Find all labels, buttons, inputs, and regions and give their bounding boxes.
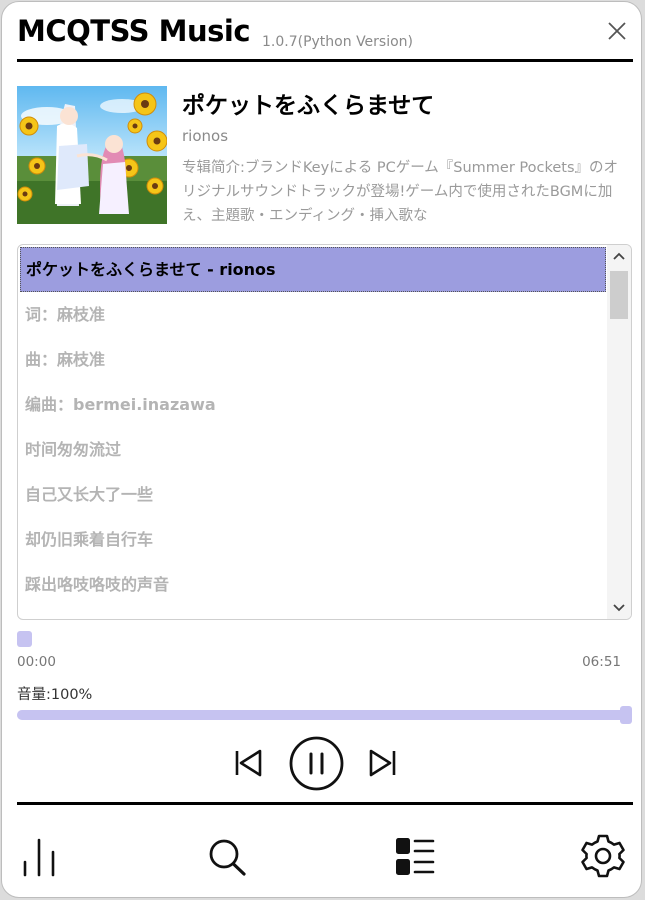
next-button[interactable] <box>366 746 400 780</box>
current-time: 00:00 <box>17 654 56 670</box>
playback-controls <box>2 732 641 796</box>
lyric-line[interactable]: 编曲：bermei.inazawa <box>20 382 606 427</box>
bottom-nav <box>2 832 641 882</box>
lyric-line[interactable]: 踩出咯吱咯吱的声音 <box>20 562 606 607</box>
app-title: MCQTSS Music <box>17 14 251 48</box>
chevron-up-icon <box>613 252 625 260</box>
pause-button[interactable] <box>288 735 345 792</box>
lyric-line[interactable]: 时间匆匆流过 <box>20 427 606 472</box>
album-cover <box>17 86 167 224</box>
scroll-thumb[interactable] <box>610 271 628 319</box>
playlist-button[interactable] <box>391 832 439 880</box>
album-description: 专辑简介:ブランドKeyによる PCゲーム『Summer Pockets』のオリ… <box>182 160 619 224</box>
search-button[interactable] <box>203 832 251 880</box>
close-button[interactable] <box>604 18 630 44</box>
scroll-down-button[interactable] <box>607 597 631 619</box>
lyrics-list: ポケットをふくらませて - rionos 词：麻枝准 曲：麻枝准 编曲：berm… <box>20 247 606 607</box>
settings-button[interactable] <box>579 832 627 880</box>
lyric-line-current[interactable]: ポケットをふくらませて - rionos <box>20 247 606 292</box>
playlist-icon <box>396 838 435 875</box>
previous-button[interactable] <box>231 746 265 780</box>
equalizer-button[interactable] <box>15 832 63 880</box>
album-cover-art <box>17 86 167 224</box>
scroll-up-button[interactable] <box>607 245 631 267</box>
song-artist: rionos <box>182 127 229 145</box>
skip-previous-icon <box>235 749 262 777</box>
player-window: MCQTSS Music 1.0.7(Python Version) ポケットを… <box>1 1 642 898</box>
lyrics-scrollbar[interactable] <box>607 245 631 619</box>
lyric-line[interactable]: 却仍旧乘着自行车 <box>20 517 606 562</box>
app-version: 1.0.7(Python Version) <box>262 34 414 50</box>
search-icon <box>209 839 246 876</box>
skip-next-icon <box>369 749 396 777</box>
volume-fill <box>17 710 632 720</box>
volume-label: 音量:100% <box>17 687 93 703</box>
gear-icon <box>581 834 625 878</box>
lyric-line[interactable]: 曲：麻枝准 <box>20 337 606 382</box>
title-bar: MCQTSS Music 1.0.7(Python Version) <box>17 12 633 62</box>
chevron-down-icon <box>613 604 625 612</box>
close-icon <box>608 22 626 40</box>
song-title: ポケットをふくらませて <box>182 93 435 119</box>
progress-handle[interactable] <box>17 631 32 647</box>
lyrics-panel[interactable]: ポケットをふくらませて - rionos 词：麻枝准 曲：麻枝准 编曲：berm… <box>17 244 632 620</box>
lyric-line[interactable]: 自己又长大了一些 <box>20 472 606 517</box>
equalizer-icon <box>23 838 55 877</box>
volume-slider[interactable] <box>17 706 632 724</box>
progress-slider[interactable] <box>17 631 632 647</box>
pause-icon <box>289 736 344 791</box>
total-time: 06:51 <box>582 654 621 670</box>
lyric-line[interactable]: 词：麻枝准 <box>20 292 606 337</box>
volume-handle[interactable] <box>620 706 632 724</box>
bottom-divider <box>17 802 633 805</box>
